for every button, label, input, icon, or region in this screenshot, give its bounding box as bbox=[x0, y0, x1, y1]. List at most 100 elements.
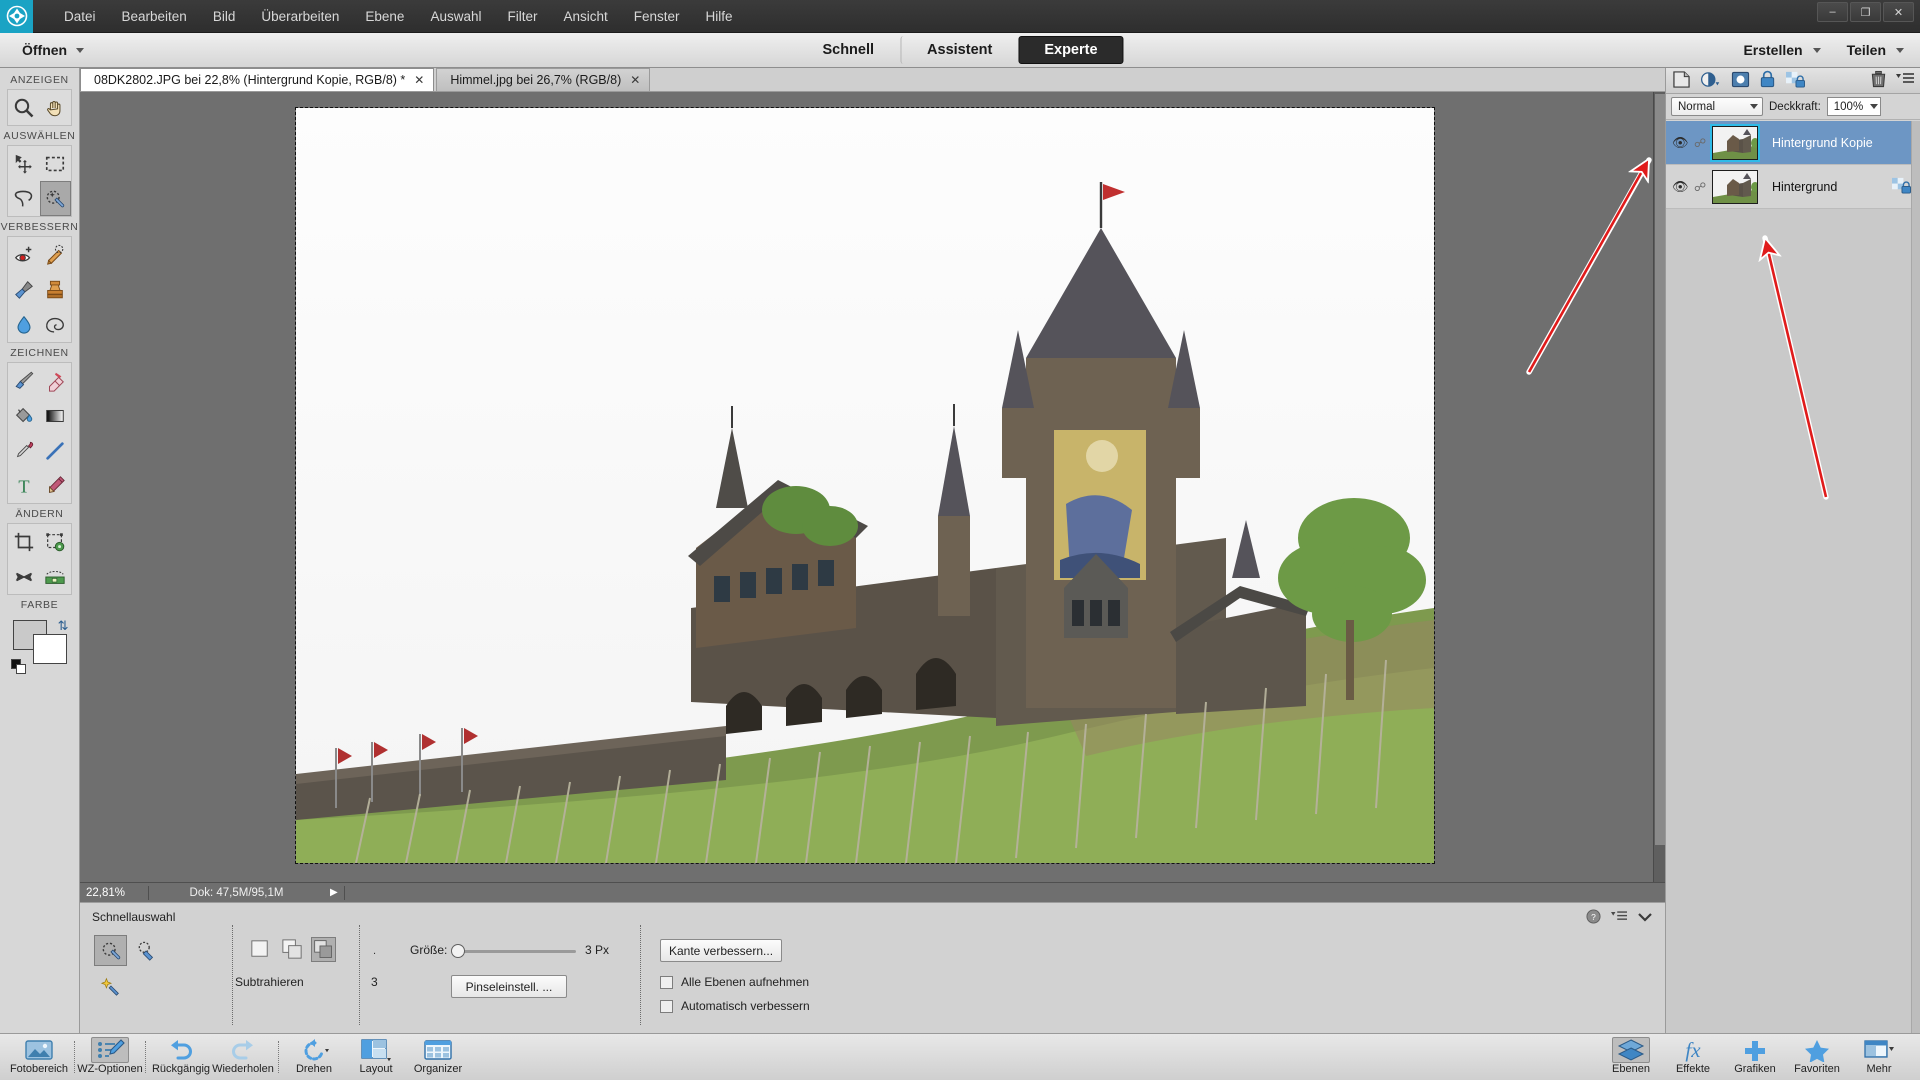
rectangular-marquee-tool[interactable] bbox=[40, 146, 72, 181]
lock-icon[interactable] bbox=[1759, 70, 1776, 91]
close-icon[interactable]: ✕ bbox=[630, 73, 640, 87]
content-aware-move-tool[interactable] bbox=[8, 559, 40, 594]
close-icon[interactable]: ✕ bbox=[414, 73, 424, 87]
restore-button[interactable]: ❐ bbox=[1850, 2, 1881, 22]
recompose-tool[interactable] bbox=[40, 524, 72, 559]
color-picker-tool[interactable] bbox=[8, 433, 40, 468]
menu-item-bild[interactable]: Bild bbox=[200, 4, 249, 29]
delete-layer-icon[interactable] bbox=[1870, 70, 1887, 91]
layer-name[interactable]: Hintergrund Kopie bbox=[1764, 136, 1912, 150]
gradient-tool[interactable] bbox=[40, 398, 72, 433]
selection-brush-variant-button[interactable] bbox=[131, 935, 164, 966]
pencil-tool[interactable] bbox=[40, 468, 72, 503]
menu-item-filter[interactable]: Filter bbox=[494, 4, 550, 29]
layer-mask-icon[interactable] bbox=[1731, 71, 1750, 91]
crop-tool[interactable] bbox=[8, 524, 40, 559]
mode-tabs[interactable]: Schnell Assistent Experte bbox=[796, 36, 1124, 64]
taskbar-item-organizer[interactable]: Organizer bbox=[407, 1035, 469, 1080]
layer-link-icon[interactable]: ☍ bbox=[1694, 180, 1706, 194]
menu-item-fenster[interactable]: Fenster bbox=[621, 4, 693, 29]
background-color-swatch[interactable] bbox=[32, 634, 67, 664]
tab-experte[interactable]: Experte bbox=[1018, 36, 1124, 64]
brush-size-slider-track[interactable] bbox=[463, 950, 576, 953]
auto-enhance-checkbox[interactable] bbox=[660, 999, 673, 1013]
lock-transparency-icon[interactable] bbox=[1785, 70, 1806, 91]
menu-item-datei[interactable]: Datei bbox=[51, 4, 109, 29]
adjustment-layer-icon[interactable] bbox=[1700, 71, 1722, 91]
new-layer-icon[interactable] bbox=[1672, 70, 1691, 91]
chevron-down-icon[interactable] bbox=[1750, 104, 1758, 109]
collapse-panel-icon[interactable] bbox=[1637, 911, 1653, 926]
straighten-tool[interactable] bbox=[40, 559, 72, 594]
layer-name[interactable]: Hintergrund bbox=[1764, 180, 1885, 194]
brush-settings-button[interactable]: Pinseleinstell. ... bbox=[451, 975, 567, 998]
opacity-input[interactable]: 100% bbox=[1826, 97, 1881, 116]
canvas-vertical-scrollbar[interactable] bbox=[1653, 92, 1665, 882]
red-eye-removal-tool[interactable] bbox=[8, 237, 40, 272]
layer-link-icon[interactable]: ☍ bbox=[1694, 136, 1706, 150]
lasso-tool[interactable] bbox=[8, 181, 40, 216]
quick-selection-variant-button[interactable] bbox=[94, 935, 127, 966]
document-image-08dk2802[interactable] bbox=[295, 107, 1435, 864]
panel-menu-icon[interactable] bbox=[1611, 910, 1627, 926]
default-colors-icon[interactable] bbox=[10, 659, 27, 675]
menu-item-hilfe[interactable]: Hilfe bbox=[693, 4, 746, 29]
magic-wand-variant-button[interactable] bbox=[94, 970, 127, 1001]
swap-colors-icon[interactable]: ⇅ bbox=[58, 618, 69, 634]
tab-assistent[interactable]: Assistent bbox=[900, 36, 1018, 64]
open-button[interactable]: Öffnen bbox=[14, 39, 92, 61]
menu-bar[interactable]: Datei Bearbeiten Bild Überarbeiten Ebene… bbox=[51, 4, 746, 29]
layer-thumbnail[interactable] bbox=[1710, 123, 1760, 162]
window-controls[interactable]: – ❐ ✕ bbox=[1817, 2, 1914, 22]
tab-schnell[interactable]: Schnell bbox=[796, 36, 900, 64]
close-button[interactable]: ✕ bbox=[1883, 2, 1914, 22]
layers-panel-scrollbar[interactable] bbox=[1911, 121, 1920, 1033]
chevron-down-icon[interactable] bbox=[1869, 104, 1878, 109]
layer-visibility-icon[interactable]: 👁 bbox=[1672, 179, 1689, 195]
menu-item-bearbeiten[interactable]: Bearbeiten bbox=[109, 4, 200, 29]
shape-tool[interactable] bbox=[40, 433, 72, 468]
panel-menu-icon[interactable] bbox=[1896, 72, 1914, 89]
color-swatches[interactable]: ⇅ bbox=[10, 618, 69, 675]
taskbar-item-grafiken[interactable]: Grafiken bbox=[1724, 1035, 1786, 1080]
zoom-level-field[interactable]: 22,81% bbox=[80, 887, 148, 899]
subtract-from-selection-button[interactable] bbox=[311, 937, 337, 962]
blur-tool[interactable] bbox=[8, 307, 40, 342]
taskbar-item-wiederholen[interactable]: Wiederholen bbox=[212, 1035, 274, 1080]
menu-item-ueberarbeiten[interactable]: Überarbeiten bbox=[248, 4, 352, 29]
layer-row-hintergrund[interactable]: 👁 ☍ Hintergrund bbox=[1666, 165, 1920, 209]
document-tab-himmel[interactable]: Himmel.jpg bei 26,7% (RGB/8) ✕ bbox=[436, 68, 651, 91]
new-selection-button[interactable] bbox=[248, 937, 273, 962]
document-tab-08dk2802[interactable]: 08DK2802.JPG bei 22,8% (Hintergrund Kopi… bbox=[80, 68, 435, 91]
layer-thumbnail[interactable] bbox=[1712, 169, 1758, 204]
taskbar-item-drehen[interactable]: Drehen bbox=[283, 1035, 345, 1080]
brush-tool[interactable] bbox=[8, 363, 40, 398]
healing-brush-tool[interactable] bbox=[40, 237, 72, 272]
quick-selection-tool[interactable] bbox=[39, 181, 71, 216]
erstellen-button[interactable]: Erstellen bbox=[1743, 42, 1821, 58]
taskbar-item-mehr[interactable]: Mehr bbox=[1848, 1035, 1910, 1080]
scrollbar-thumb[interactable] bbox=[1655, 94, 1665, 845]
type-tool[interactable]: T bbox=[8, 468, 40, 503]
sample-all-layers-checkbox[interactable] bbox=[660, 975, 673, 989]
refine-edge-button[interactable]: Kante verbessern... bbox=[660, 939, 782, 962]
taskbar-item-fotobereich[interactable]: Fotobereich bbox=[8, 1035, 70, 1080]
hand-tool[interactable] bbox=[40, 90, 72, 125]
taskbar-item-ebenen[interactable]: Ebenen bbox=[1600, 1035, 1662, 1080]
teilen-button[interactable]: Teilen bbox=[1847, 42, 1904, 58]
auto-enhance-checkbox-row[interactable]: Automatisch verbessern bbox=[660, 999, 810, 1013]
quick-selection-variants[interactable] bbox=[94, 935, 164, 1001]
taskbar-item-effekte[interactable]: fx Effekte bbox=[1662, 1035, 1724, 1080]
brush-size-slider-knob[interactable] bbox=[451, 944, 465, 958]
taskbar-item-rueckgaengig[interactable]: Rückgängig bbox=[150, 1035, 212, 1080]
blend-mode-select[interactable]: Normal bbox=[1671, 97, 1763, 116]
move-tool[interactable] bbox=[8, 146, 40, 181]
menu-item-ansicht[interactable]: Ansicht bbox=[550, 4, 620, 29]
menu-item-auswahl[interactable]: Auswahl bbox=[417, 4, 494, 29]
taskbar-item-wz-optionen[interactable]: WZ-Optionen bbox=[77, 1035, 143, 1080]
sponge-tool[interactable] bbox=[40, 307, 72, 342]
add-to-selection-button[interactable] bbox=[280, 937, 305, 962]
taskbar-item-favoriten[interactable]: Favoriten bbox=[1786, 1035, 1848, 1080]
selection-mode-buttons[interactable] bbox=[248, 937, 339, 962]
layer-row-hintergrund-kopie[interactable]: 👁 ☍ Hintergrund Kopie bbox=[1666, 121, 1920, 165]
